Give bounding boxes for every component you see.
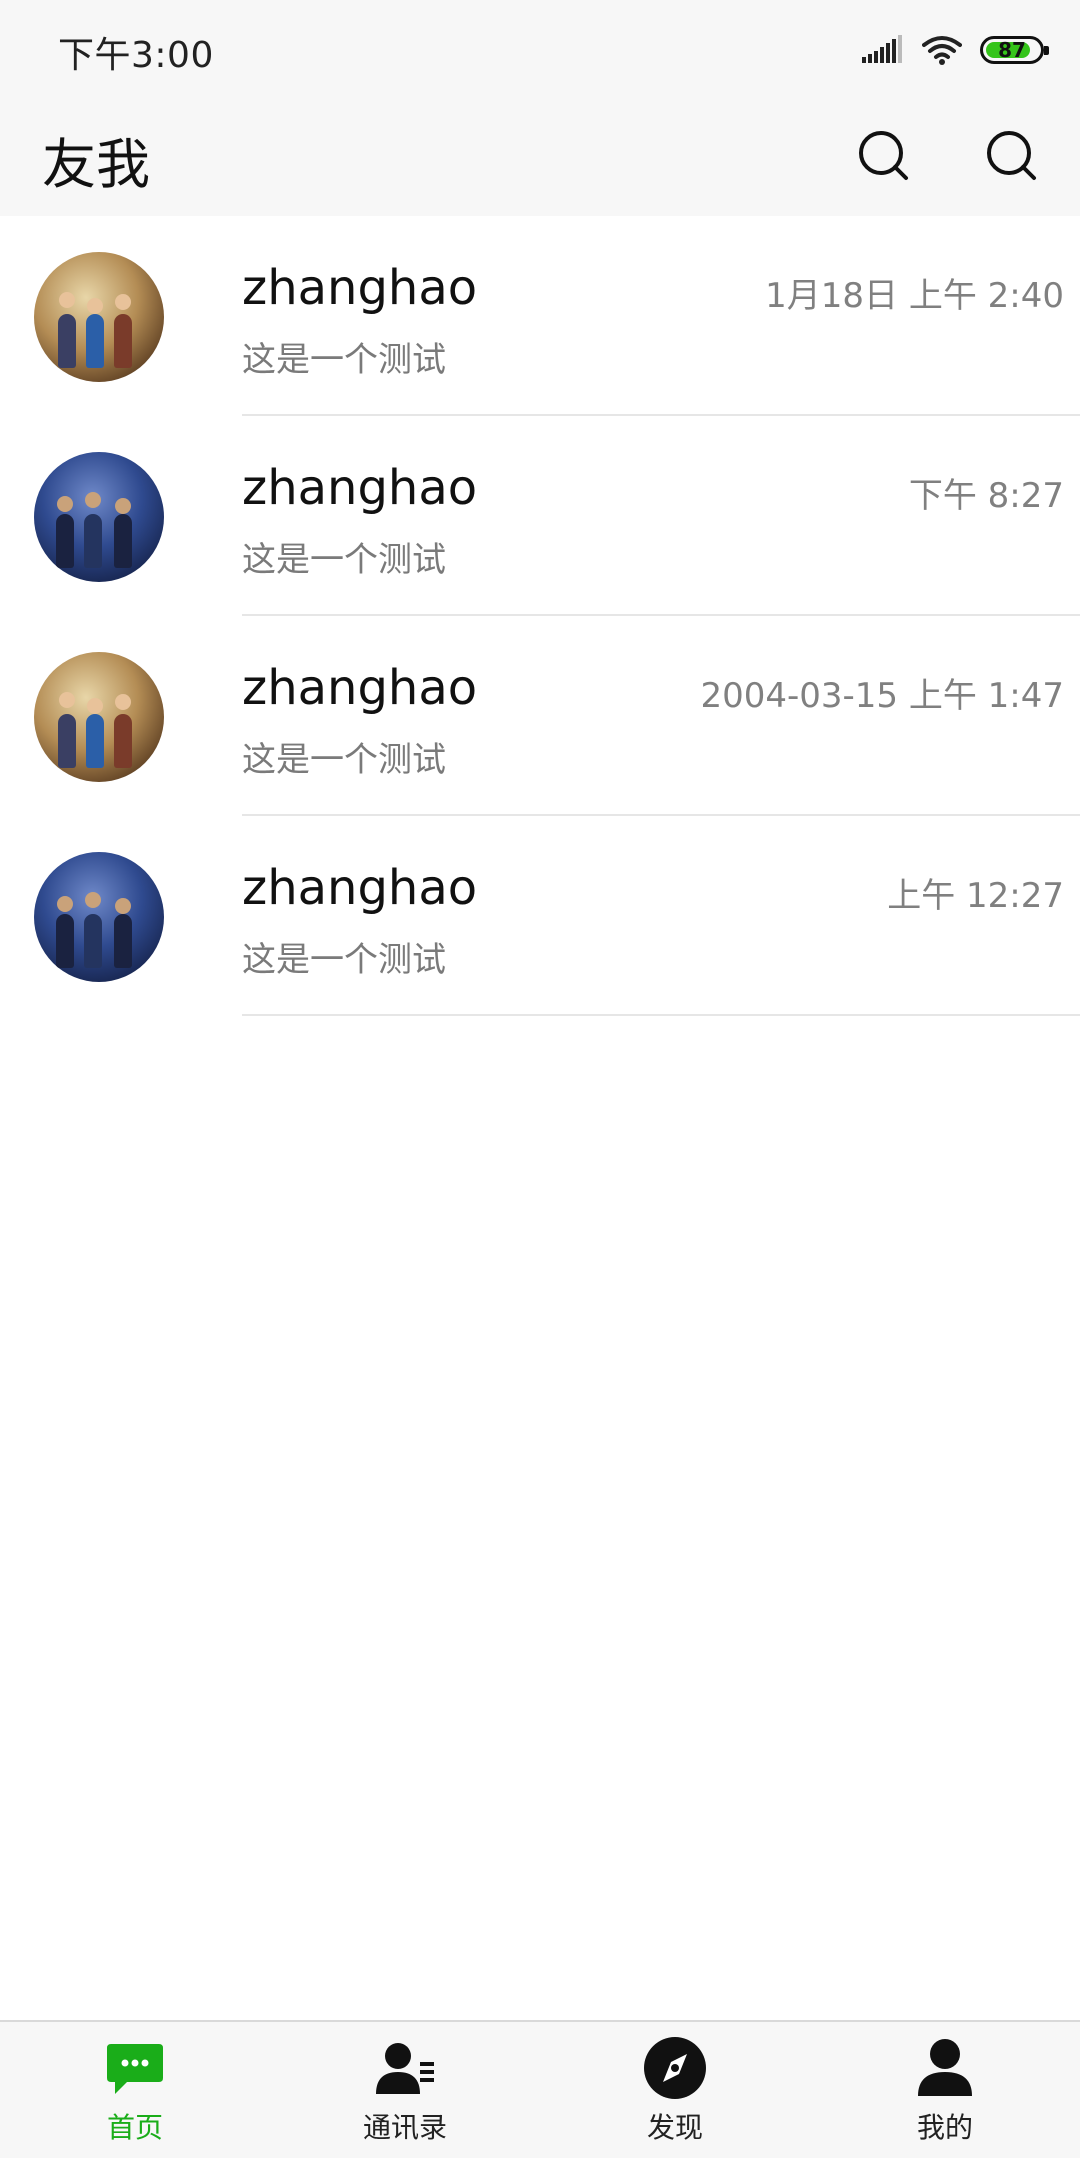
chat-time: 1月18日 上午 2:40 (765, 276, 1064, 316)
chat-time: 2004-03-15 上午 1:47 (700, 676, 1064, 716)
battery-level: 87 (998, 38, 1026, 62)
bottom-nav: 首页 通讯录 发现 我的 (0, 2020, 1080, 2158)
status-bar: 下午3:00 87 (0, 0, 1080, 96)
contacts-icon (376, 2043, 434, 2094)
nav-item-home[interactable]: 首页 (45, 2036, 225, 2156)
avatar[interactable] (34, 652, 164, 782)
nav-item-me[interactable]: 我的 (855, 2036, 1035, 2156)
nav-item-discover[interactable]: 发现 (585, 2036, 765, 2156)
avatar[interactable] (34, 252, 164, 382)
chat-time: 上午 12:27 (887, 876, 1064, 916)
page-title: 友我 (42, 133, 150, 196)
chat-name: zhanghao (242, 860, 478, 916)
status-time: 下午3:00 (58, 35, 214, 76)
divider (242, 1014, 1080, 1016)
nav-label-home: 首页 (106, 2111, 163, 2144)
nav-label-me: 我的 (916, 2111, 973, 2144)
screen: 下午3:00 87 友我 zhanghao 这是一个测试 1月18日 上午 2:… (0, 0, 1080, 2158)
chat-preview: 这是一个测试 (242, 340, 446, 380)
chat-name: zhanghao (242, 460, 478, 516)
nav-item-contacts[interactable]: 通讯录 (315, 2036, 495, 2156)
chat-list-item[interactable]: zhanghao 这是一个测试 上午 12:27 (0, 816, 1080, 1016)
nav-label-discover: 发现 (646, 2111, 703, 2144)
search-button[interactable] (852, 124, 916, 188)
chat-preview: 这是一个测试 (242, 940, 446, 980)
compass-icon (644, 2037, 706, 2099)
chat-preview: 这是一个测试 (242, 540, 446, 580)
signal-icon (862, 35, 902, 63)
battery-cap (1044, 46, 1049, 55)
avatar[interactable] (34, 852, 164, 982)
search-button-secondary[interactable] (980, 124, 1044, 188)
battery-icon: 87 (980, 36, 1049, 64)
nav-label-contacts: 通讯录 (362, 2111, 447, 2144)
chat-time: 下午 8:27 (908, 476, 1064, 516)
chat-list-item[interactable]: zhanghao 这是一个测试 下午 8:27 (0, 416, 1080, 616)
wifi-icon (922, 36, 962, 65)
avatar[interactable] (34, 452, 164, 582)
chat-bubble-icon (107, 2044, 163, 2094)
chat-list-item[interactable]: zhanghao 这是一个测试 1月18日 上午 2:40 (0, 216, 1080, 416)
search-icon (859, 131, 908, 180)
chat-name: zhanghao (242, 660, 478, 716)
status-icons: 87 (862, 30, 1049, 70)
chat-name: zhanghao (242, 260, 478, 316)
chat-preview: 这是一个测试 (242, 740, 446, 780)
person-icon (918, 2039, 972, 2096)
chat-list-item[interactable]: zhanghao 这是一个测试 2004-03-15 上午 1:47 (0, 616, 1080, 816)
search-icon (987, 131, 1036, 180)
app-header: 友我 (0, 96, 1080, 216)
chat-list: zhanghao 这是一个测试 1月18日 上午 2:40 zhanghao 这… (0, 216, 1080, 1016)
